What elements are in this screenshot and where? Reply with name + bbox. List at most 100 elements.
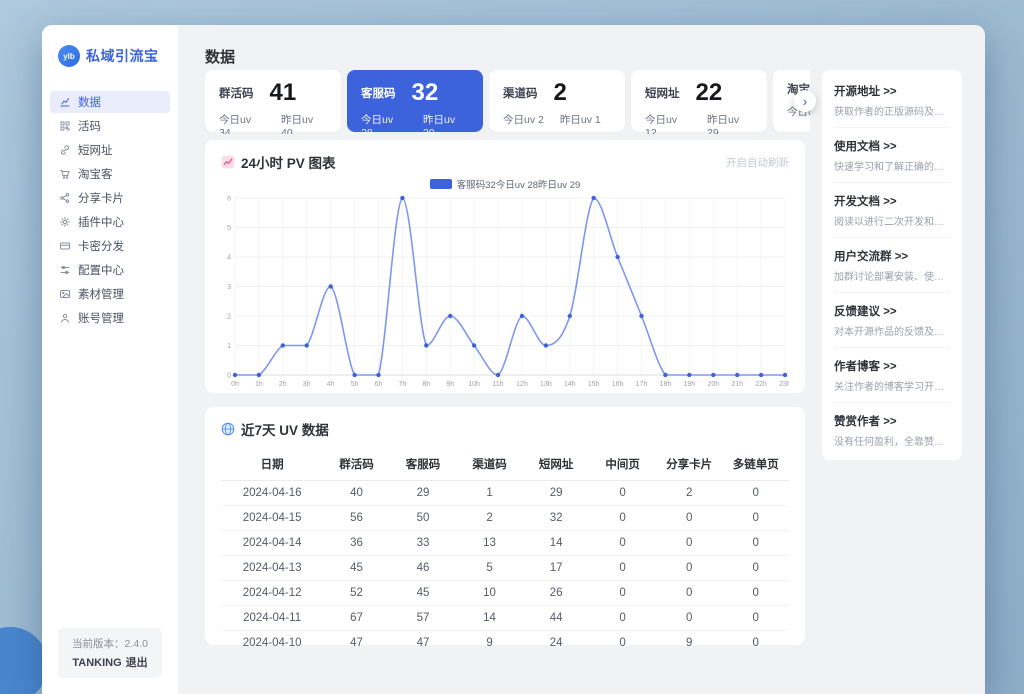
stat-card-3[interactable]: 渠道码 2 今日uv 2 昨日uv 1 <box>489 70 625 132</box>
link-item-7[interactable]: 赞赏作者 >> 没有任何盈利，全靠赞赏支持... <box>834 403 950 457</box>
table-cell: 2024-04-12 <box>221 580 324 606</box>
table-cell: 44 <box>522 605 590 631</box>
stat-title: 群活码 <box>219 88 254 100</box>
chart-legend[interactable]: 客服码32今日uv 28昨日uv 29 <box>221 177 789 191</box>
stat-today-uv: 今日uv 12 <box>645 114 678 134</box>
table-cell: 0 <box>655 555 723 581</box>
table-cell: 0 <box>722 580 789 606</box>
table-cell: 10 <box>456 580 523 606</box>
link-item-4[interactable]: 用户交流群 >> 加群讨论部署安装、使用、开... <box>834 238 950 293</box>
stat-yesterday-uv: 昨日uv 29 <box>423 114 456 134</box>
link-item-3[interactable]: 开发文档 >> 阅读以进行二次开发和个性化... <box>834 183 950 238</box>
link-item-1[interactable]: 开源地址 >> 获取作者的正版源码及更新动... <box>834 73 950 128</box>
svg-text:18h: 18h <box>660 381 672 388</box>
link-item-5[interactable]: 反馈建议 >> 对本开源作品的反馈及开发建... <box>834 293 950 348</box>
table-cell: 56 <box>323 505 390 531</box>
table-row: 2024-04-11 67 57 14 44 0 0 0 <box>221 605 789 631</box>
stat-yesterday-uv: 昨日uv 1 <box>559 114 601 126</box>
table-column-header: 群活码 <box>323 448 390 481</box>
sidebar-item-user[interactable]: 账号管理 <box>50 307 170 329</box>
background-decoration-circle <box>0 627 48 694</box>
table-cell: 2024-04-13 <box>221 555 324 581</box>
username: TANKING <box>72 657 122 669</box>
sidebar-item-label: 淘宝客 <box>78 169 113 181</box>
auto-refresh-toggle[interactable]: 开启自动刷新 <box>726 155 789 170</box>
sidebar-item-label: 分享卡片 <box>78 193 124 205</box>
stat-yesterday-uv: 昨日uv 29 <box>707 114 740 134</box>
user-line: TANKING 退出 <box>62 654 158 670</box>
link-desc: 对本开源作品的反馈及开发建... <box>834 327 950 338</box>
table-cell: 9 <box>685 637 693 649</box>
card-icon <box>59 240 71 252</box>
sidebar-item-label: 配置中心 <box>78 265 124 277</box>
svg-text:15h: 15h <box>588 381 600 388</box>
sidebar-item-chart[interactable]: 数据 <box>50 91 170 113</box>
stat-cards-row: 群活码 41 今日uv 34 昨日uv 40 客服码 32 今日uv 28 昨日uv 29 渠道… <box>205 70 810 134</box>
sidebar-item-link[interactable]: 短网址 <box>50 139 170 161</box>
stat-card-1[interactable]: 群活码 41 今日uv 34 昨日uv 40 <box>205 70 341 134</box>
link-title: 用户交流群 >> <box>834 251 909 263</box>
logout-link[interactable]: 退出 <box>126 657 148 669</box>
legend-swatch <box>429 179 452 189</box>
sidebar-item-cart[interactable]: 淘宝客 <box>50 163 170 185</box>
stat-card-4[interactable]: 短网址 22 今日uv 12 昨日uv 29 <box>631 70 767 134</box>
link-title: 开源地址 >> <box>834 86 897 98</box>
sidebar-item-card[interactable]: 卡密分发 <box>50 235 170 257</box>
link-title: 使用文档 >> <box>834 141 897 153</box>
cart-icon <box>59 168 71 180</box>
table-cell: 57 <box>389 605 457 631</box>
svg-text:13h: 13h <box>540 381 552 388</box>
table-cell: 13 <box>456 530 523 556</box>
config-icon <box>59 264 71 276</box>
table-row: 2024-04-13 45 46 5 17 0 0 0 <box>221 555 789 581</box>
table-cell: 50 <box>389 505 457 531</box>
sidebar-item-config[interactable]: 配置中心 <box>50 259 170 281</box>
trend-chart-icon <box>221 155 235 169</box>
table-cell: 9 <box>486 637 493 649</box>
uv-data-table: 日期 群活码 客服码 渠道码 短网址 中间页 分享卡片 多链单页 2024-04-16 40 29… <box>221 448 789 655</box>
table-cell: 2024-04-10 <box>242 637 302 649</box>
stat-title: 客服码 <box>361 88 396 100</box>
page-title: 数据 <box>205 49 236 66</box>
table-column-header: 日期 <box>221 448 324 481</box>
table-column-header: 客服码 <box>389 448 457 481</box>
link-title: 赞赏作者 >> <box>834 416 897 428</box>
table-cell: 5 <box>456 555 523 581</box>
svg-text:21h: 21h <box>731 381 743 388</box>
svg-text:3: 3 <box>227 284 231 291</box>
link-item-6[interactable]: 作者博客 >> 关注作者的博客学习开发编程... <box>834 348 950 403</box>
table-cell: 0 <box>589 555 656 581</box>
svg-text:1: 1 <box>227 343 231 350</box>
sidebar-item-plugin[interactable]: 插件中心 <box>50 211 170 233</box>
svg-text:5: 5 <box>227 225 231 232</box>
table-cell: 26 <box>522 580 590 606</box>
table-cell: 2024-04-15 <box>221 505 324 531</box>
svg-text:2: 2 <box>227 313 231 320</box>
stat-card-2[interactable]: 客服码 32 今日uv 28 昨日uv 29 <box>347 70 483 134</box>
table-cell: 0 <box>655 605 723 631</box>
stat-today-uv: 今日uv 28 <box>361 114 394 134</box>
table-column-header: 多链单页 <box>722 448 789 481</box>
table-cell: 2024-04-11 <box>221 605 324 631</box>
legend-label: 客服码32今日uv 28昨日uv 29 <box>456 180 581 191</box>
chart-icon <box>59 96 71 108</box>
sidebar-item-share[interactable]: 分享卡片 <box>50 187 170 209</box>
table-cell: 0 <box>655 505 723 531</box>
pv-chart-card: 24小时 PV 图表 开启自动刷新 客服码32今日uv 28昨日uv 29 0 1… <box>205 140 805 393</box>
sidebar-item-material[interactable]: 素材管理 <box>50 283 170 305</box>
table-cell: 0 <box>655 530 723 556</box>
brand-title: 私域引流宝 <box>86 50 159 65</box>
link-item-2[interactable]: 使用文档 >> 快速学习和了解正确的使用姿... <box>834 128 950 183</box>
svg-text:1h: 1h <box>255 381 263 388</box>
table-cell: 0 <box>619 637 626 649</box>
table-title: 近7天 UV 数据 <box>241 423 329 438</box>
table-cell: 45 <box>323 555 390 581</box>
stat-value: 2 <box>553 79 567 106</box>
table-cell: 0 <box>722 530 789 556</box>
sidebar-item-qrcode[interactable]: 活码 <box>50 115 170 137</box>
table-cell: 47 <box>350 637 363 649</box>
table-cell: 29 <box>389 480 457 506</box>
table-cell: 0 <box>722 605 789 631</box>
cards-next-button[interactable]: › <box>794 90 816 112</box>
svg-text:6h: 6h <box>375 381 383 388</box>
